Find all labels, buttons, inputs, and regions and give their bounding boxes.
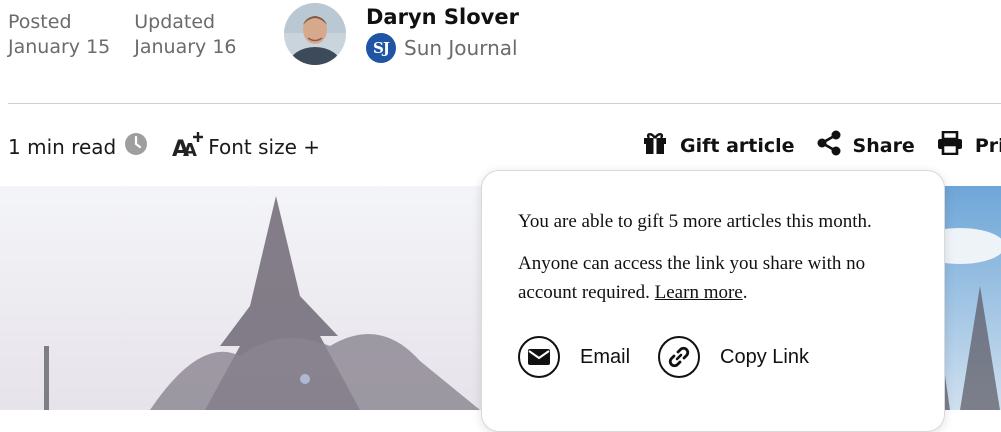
read-time: 1 min read [8, 132, 148, 161]
posted-label: Posted [8, 11, 72, 33]
share-button[interactable]: Share [817, 130, 915, 161]
author-name[interactable]: Daryn Slover [366, 5, 519, 29]
link-icon [658, 336, 701, 378]
updated-label: Updated [134, 11, 216, 33]
email-label: Email [580, 345, 631, 368]
share-icon [817, 130, 853, 161]
copy-link-label: Copy Link [720, 345, 809, 368]
gift-share-options: Email Copy Link [518, 336, 837, 378]
article-toolbar: 1 min read A A Font size + [8, 130, 320, 163]
read-time-label: 1 min read [8, 134, 117, 159]
posted-block: Posted January 15 [8, 10, 110, 60]
article-actions: Gift article Share Print [642, 130, 1001, 161]
updated-block: Updated January 16 [134, 10, 236, 60]
svg-text:A: A [183, 140, 197, 158]
author-block: Daryn Slover SJ Sun Journal [284, 3, 519, 65]
font-size-button[interactable]: A A Font size + [172, 130, 320, 163]
print-icon [937, 130, 975, 160]
updated-date: January 16 [134, 36, 237, 58]
author-avatar[interactable] [284, 3, 346, 65]
gift-article-label: Gift article [680, 134, 795, 157]
publication-name: Sun Journal [404, 36, 518, 60]
font-size-label: Font size + [208, 134, 320, 159]
posted-date: January 15 [8, 36, 111, 58]
gift-article-popup: You are able to gift 5 more articles thi… [481, 170, 945, 432]
clock-icon [124, 132, 148, 161]
learn-more-link[interactable]: Learn more [655, 282, 743, 303]
gift-remaining-text: You are able to gift 5 more articles thi… [518, 211, 872, 232]
font-size-icon: A A [172, 130, 208, 163]
share-label: Share [852, 134, 915, 157]
gift-article-button[interactable]: Gift article [642, 131, 795, 160]
print-button[interactable]: Print [937, 130, 1001, 160]
gift-access-period: . [742, 282, 748, 303]
publication[interactable]: SJ Sun Journal [366, 33, 519, 63]
gift-access-text: Anyone can access the link you share wit… [518, 249, 908, 307]
article-meta: Posted January 15 Updated January 16 [8, 10, 237, 60]
author-info: Daryn Slover SJ Sun Journal [366, 3, 519, 63]
divider [8, 103, 1001, 104]
publication-logo: SJ [366, 33, 396, 63]
gift-icon [642, 131, 680, 160]
email-option[interactable]: Email [518, 336, 630, 378]
print-label: Print [974, 134, 1001, 157]
copy-link-option[interactable]: Copy Link [658, 336, 809, 378]
email-icon [518, 336, 560, 378]
